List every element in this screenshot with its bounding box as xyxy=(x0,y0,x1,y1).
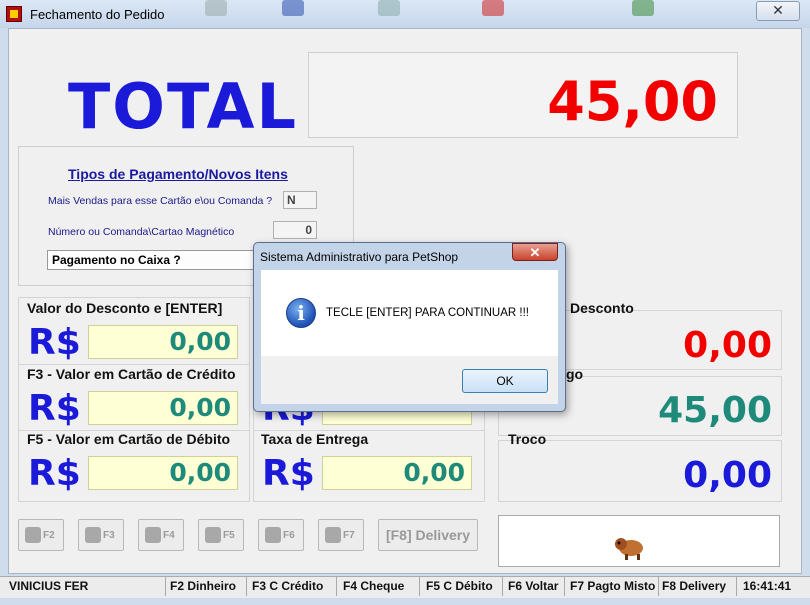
credit-card-icon xyxy=(85,527,101,543)
delivery-button[interactable]: [F8] Delivery xyxy=(378,519,478,551)
status-f3: F3 C Crédito xyxy=(249,577,337,596)
status-f4: F4 Cheque xyxy=(340,577,420,596)
status-f5: F5 C Débito xyxy=(423,577,503,596)
toolbar-ghost-icon xyxy=(632,0,654,16)
window-title: Fechamento do Pedido xyxy=(30,7,165,22)
keyboard-icon xyxy=(145,527,161,543)
return-icon xyxy=(265,527,281,543)
total-value: 45,00 xyxy=(547,70,718,133)
window-close-button[interactable]: ✕ xyxy=(756,1,800,21)
status-clock: 16:41:41 xyxy=(743,579,792,593)
card-number-label: Número ou Comanda\Cartao Magnético xyxy=(48,226,235,238)
discount-total-label: Desconto xyxy=(570,300,634,316)
app-icon xyxy=(6,6,22,22)
more-sales-input[interactable]: N xyxy=(283,191,317,209)
info-icon: i xyxy=(286,298,316,328)
status-f6: F6 Voltar xyxy=(505,577,565,596)
debit-card-currency: R$ xyxy=(28,453,81,494)
debit-card-label: F5 - Valor em Cartão de Débito xyxy=(27,431,231,447)
toolbar-ghost-icon xyxy=(282,0,304,16)
payment-panel-title: Tipos de Pagamento/Novos Itens xyxy=(68,166,288,182)
to-pay-value: 45,00 xyxy=(658,390,772,431)
discount-currency: R$ xyxy=(28,322,81,363)
dog-logo-icon xyxy=(615,538,643,560)
status-f7: F7 Pagto Misto xyxy=(567,577,659,596)
status-f8: F8 Delivery xyxy=(659,577,737,596)
status-f2: F2 Dinheiro xyxy=(167,577,247,596)
toolbar-ghost-icon xyxy=(205,0,227,16)
change-value: 0,00 xyxy=(683,455,772,496)
f4-cheque-button[interactable]: F4 xyxy=(138,519,184,551)
credit-card-currency: R$ xyxy=(28,388,81,429)
logo-panel xyxy=(498,515,780,567)
change-label: Troco xyxy=(508,431,547,447)
grid-icon xyxy=(205,527,221,543)
mixed-payment-icon xyxy=(325,527,341,543)
f5-debit-button[interactable]: F5 xyxy=(198,519,244,551)
discount-label: Valor do Desconto e [ENTER] xyxy=(27,300,223,316)
toolbar-ghost-icon xyxy=(378,0,400,16)
discount-input[interactable]: 0,00 xyxy=(88,325,238,359)
dialog-message: TECLE [ENTER] PARA CONTINUAR !!! xyxy=(326,307,529,319)
to-pay-label: go xyxy=(566,366,584,382)
f3-credit-button[interactable]: F3 xyxy=(78,519,124,551)
card-number-input[interactable]: 0 xyxy=(273,221,317,239)
delivery-fee-input[interactable]: 0,00 xyxy=(322,456,472,490)
debit-card-input[interactable]: 0,00 xyxy=(88,456,238,490)
f6-return-button[interactable]: F6 xyxy=(258,519,304,551)
dialog-title: Sistema Administrativo para PetShop xyxy=(260,250,459,264)
f7-mixed-button[interactable]: F7 xyxy=(318,519,364,551)
more-sales-label: Mais Vendas para esse Cartão e\ou Comand… xyxy=(48,195,273,207)
toolbar-ghost-icon xyxy=(482,0,504,16)
discount-total-value: 0,00 xyxy=(683,325,772,366)
f2-cash-button[interactable]: F2 xyxy=(18,519,64,551)
delivery-fee-label: Taxa de Entrega xyxy=(261,431,369,447)
dialog-close-button[interactable]: ✕ xyxy=(512,243,558,261)
credit-card-label: F3 - Valor em Cartão de Crédito xyxy=(27,366,236,382)
credit-card-input[interactable]: 0,00 xyxy=(88,391,238,425)
status-user: VINICIUS FER xyxy=(6,577,166,596)
delivery-fee-currency: R$ xyxy=(262,453,315,494)
total-label: TOTAL xyxy=(68,70,298,143)
ok-button[interactable]: OK xyxy=(462,369,548,393)
cash-icon xyxy=(25,527,41,543)
